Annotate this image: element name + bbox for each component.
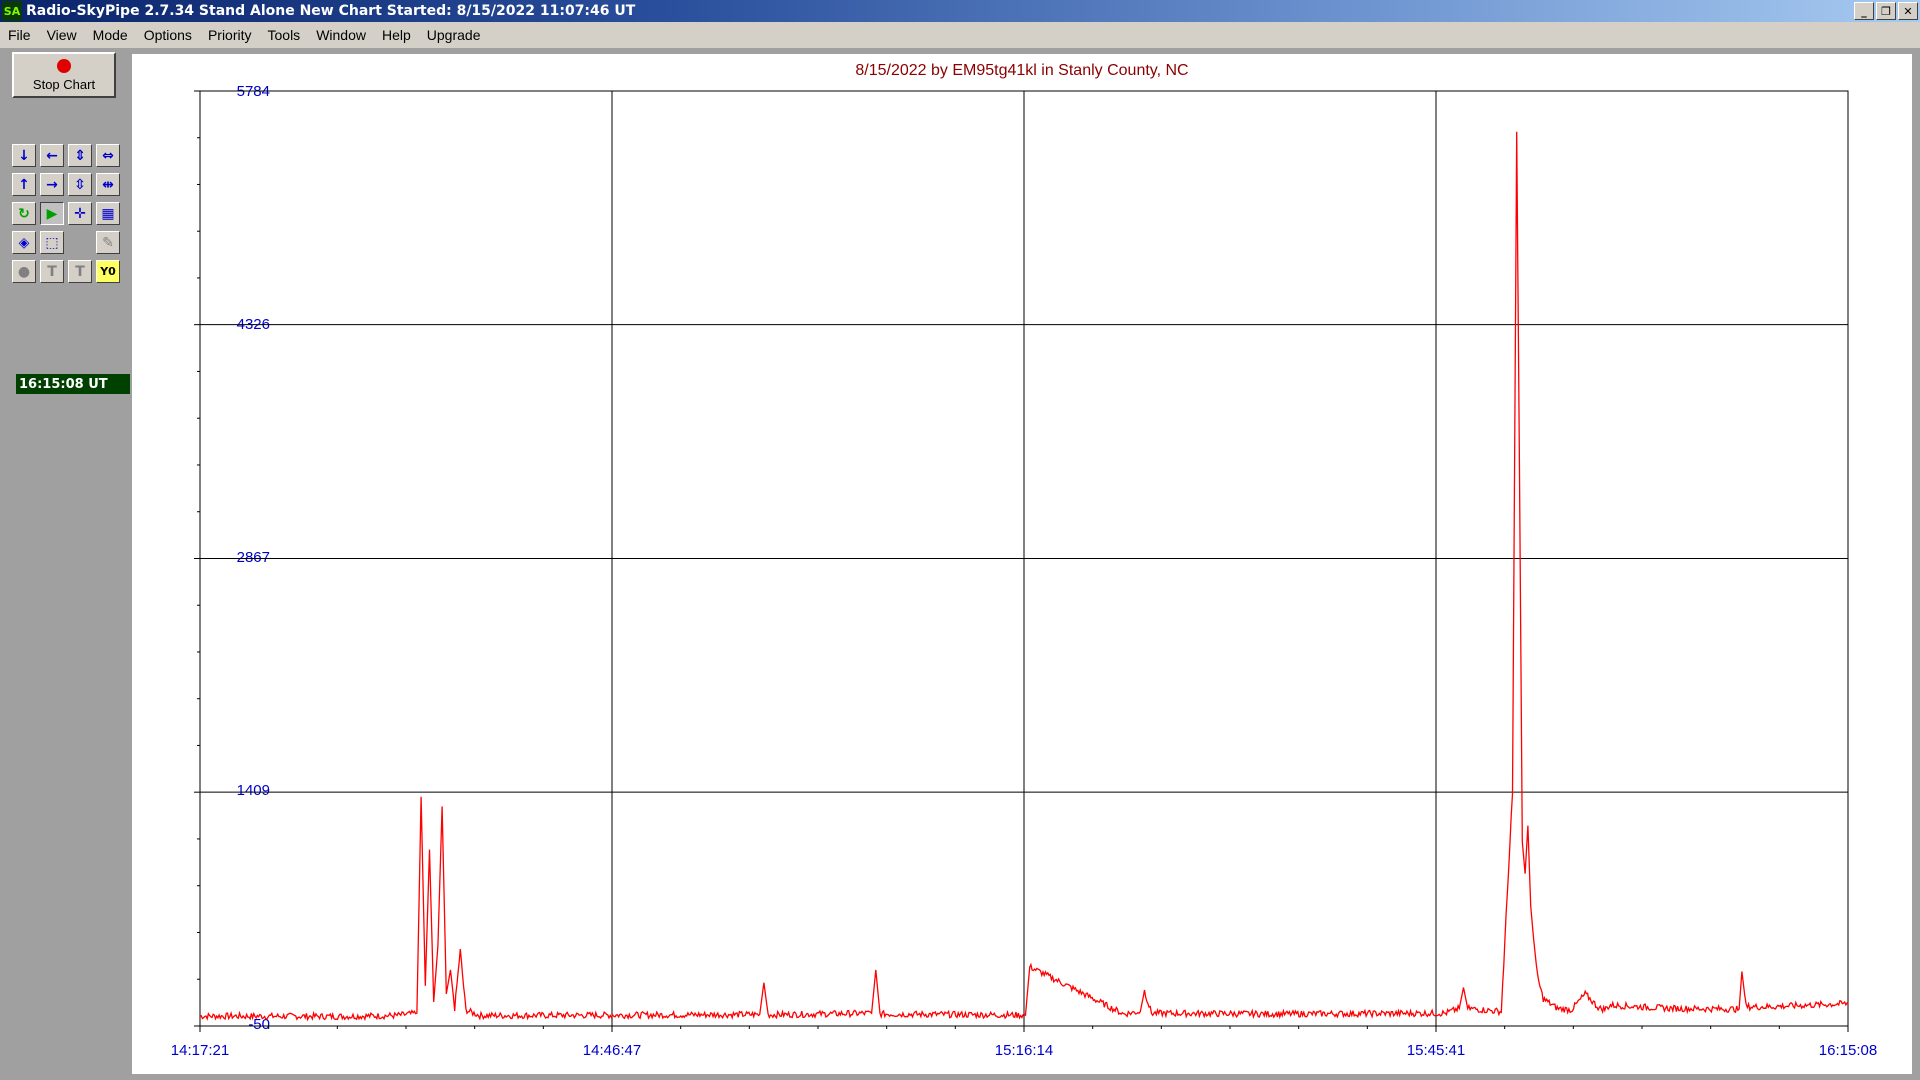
scroll-left-icon[interactable]: ← — [40, 144, 64, 167]
marker-icon[interactable]: ● — [12, 260, 36, 283]
chart-plot — [194, 90, 1849, 1032]
window-title: Radio-SkyPipe 2.7.34 Stand Alone New Cha… — [26, 3, 636, 19]
menu-tools[interactable]: Tools — [260, 22, 309, 48]
expand-horizontal-icon[interactable]: ⇔ — [96, 144, 120, 167]
compress-horizontal-icon[interactable]: ⇹ — [96, 173, 120, 196]
scroll-right-icon[interactable]: → — [40, 173, 64, 196]
control-panel: Stop Chart ↓ ← ⇕ ⇔ ↑ → ⇳ ⇹ ↻ ▶ ✛ ▦ ◈ ⬚ ✎… — [0, 48, 132, 1080]
scroll-down-icon[interactable]: ↓ — [12, 144, 36, 167]
menu-view[interactable]: View — [39, 22, 85, 48]
title-bar: SA Radio-SkyPipe 2.7.34 Stand Alone New … — [0, 0, 1920, 22]
menu-window[interactable]: Window — [308, 22, 374, 48]
menu-mode[interactable]: Mode — [85, 22, 136, 48]
auto-scroll-icon[interactable]: ▶ — [40, 202, 64, 225]
menu-bar: File View Mode Options Priority Tools Wi… — [0, 22, 1920, 48]
text-icon[interactable]: T — [40, 260, 64, 283]
crosshair-icon[interactable]: ✛ — [68, 202, 92, 225]
menu-file[interactable]: File — [0, 22, 39, 48]
stop-chart-button[interactable]: Stop Chart — [12, 52, 116, 98]
restore-button[interactable]: ❐ — [1876, 2, 1896, 20]
app-logo-icon: SA — [2, 1, 22, 21]
utc-clock: 16:15:08 UT — [16, 374, 130, 394]
menu-options[interactable]: Options — [136, 22, 200, 48]
pen-icon[interactable]: ✎ — [96, 231, 120, 254]
menu-help[interactable]: Help — [374, 22, 419, 48]
expand-vertical-icon[interactable]: ⇕ — [68, 144, 92, 167]
empty-slot — [68, 231, 92, 254]
window-controls: _ ❐ ✕ — [1854, 2, 1918, 20]
select-area-icon[interactable]: ⬚ — [40, 231, 64, 254]
record-icon — [57, 58, 71, 73]
center-icon[interactable]: ◈ — [12, 231, 36, 254]
menu-upgrade[interactable]: Upgrade — [419, 22, 489, 48]
compress-vertical-icon[interactable]: ⇳ — [68, 173, 92, 196]
grid-icon[interactable]: ▦ — [96, 202, 120, 225]
scroll-up-icon[interactable]: ↑ — [12, 173, 36, 196]
chart-tools: ↓ ← ⇕ ⇔ ↑ → ⇳ ⇹ ↻ ▶ ✛ ▦ ◈ ⬚ ✎ ● T T Y0 — [12, 144, 120, 289]
close-button[interactable]: ✕ — [1898, 2, 1918, 20]
y0-button[interactable]: Y0 — [96, 260, 120, 283]
refresh-icon[interactable]: ↻ — [12, 202, 36, 225]
menu-priority[interactable]: Priority — [200, 22, 260, 48]
minimize-button[interactable]: _ — [1854, 2, 1874, 20]
chart-window[interactable]: 8/15/2022 by EM95tg41kl in Stanly County… — [132, 54, 1912, 1074]
stop-chart-label: Stop Chart — [32, 76, 96, 92]
title-icon[interactable]: T — [68, 260, 92, 283]
